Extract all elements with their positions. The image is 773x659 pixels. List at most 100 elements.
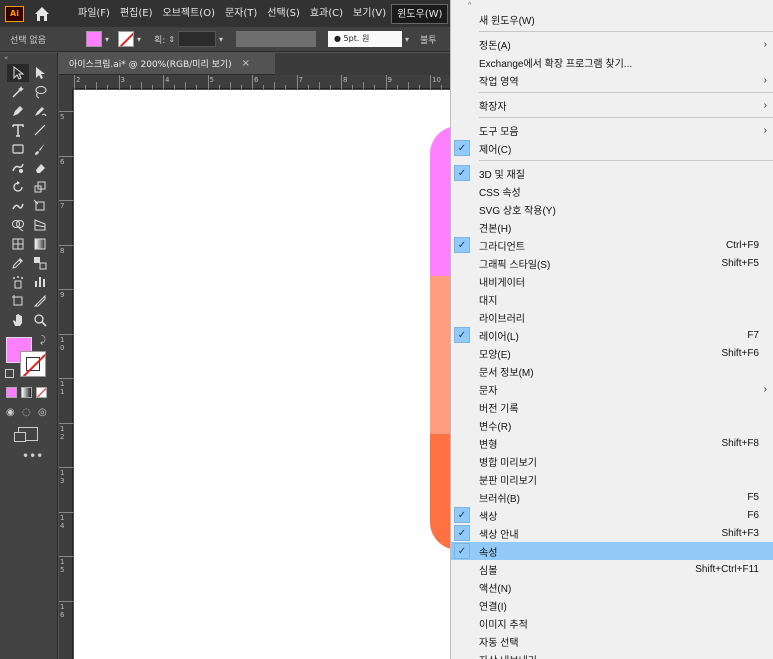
slice-tool-icon[interactable] — [29, 292, 51, 310]
scale-tool-icon[interactable] — [29, 178, 51, 196]
menu-0[interactable]: 파일(F) — [73, 4, 115, 24]
scroll-up-icon[interactable]: ^ — [451, 0, 773, 10]
symbol-sprayer-tool-icon[interactable] — [7, 273, 29, 291]
artboard-tool-icon[interactable] — [7, 292, 29, 310]
artboard-canvas[interactable] — [74, 90, 454, 659]
document-tab[interactable]: 아이스크림.ai* @ 200%(RGB/미리 보기) × — [59, 53, 275, 75]
warp-tool-icon[interactable] — [7, 197, 29, 215]
curvature-tool-icon[interactable] — [29, 102, 51, 120]
window-menu-item[interactable]: 정돈(A) › — [451, 35, 773, 53]
perspective-grid-tool-icon[interactable] — [29, 216, 51, 234]
menu-6[interactable]: 보기(V) — [348, 4, 391, 24]
rectangle-tool-icon[interactable] — [7, 140, 29, 158]
window-menu-item[interactable]: 작업 영역 › — [451, 71, 773, 89]
close-icon[interactable]: × — [242, 58, 250, 69]
rotate-tool-icon[interactable] — [7, 178, 29, 196]
window-menu-item[interactable]: 확장자 › — [451, 96, 773, 114]
window-menu-item[interactable]: 도구 모음 › — [451, 121, 773, 139]
default-colors-icon[interactable] — [5, 369, 14, 378]
window-menu-item[interactable]: 브러쉬(B) F5 — [451, 488, 773, 506]
menu-2[interactable]: 오브젝트(O) — [158, 4, 220, 24]
ruler-origin[interactable] — [59, 75, 73, 89]
brush-definition[interactable]: ● 5pt. 원 — [328, 31, 403, 47]
column-graph-tool-icon[interactable] — [29, 273, 51, 291]
free-transform-tool-icon[interactable] — [29, 197, 51, 215]
draw-inside-icon[interactable]: ◎ — [38, 407, 50, 419]
window-menu-item[interactable]: ✓ 색상 안내 Shift+F3 — [451, 524, 773, 542]
stroke-weight-input[interactable] — [178, 31, 217, 47]
window-menu-item[interactable]: 견본(H) — [451, 218, 773, 236]
mesh-tool-icon[interactable] — [7, 235, 29, 253]
window-menu-item[interactable]: 모양(E) Shift+F6 — [451, 344, 773, 362]
vertical-ruler[interactable]: 5 6 7 8 9 1 0 1 1 1 2 1 3 1 4 1 5 1 6 — [59, 75, 73, 659]
window-menu-item[interactable]: 버전 기록 — [451, 398, 773, 416]
window-menu-item[interactable]: 문자 › — [451, 380, 773, 398]
horizontal-ruler[interactable]: 2 3 4 5 6 7 8 9 10 — [73, 75, 465, 89]
color-mode-icon[interactable] — [6, 387, 17, 398]
window-menu-item[interactable]: 자동 선택 — [451, 632, 773, 650]
fill-swatch[interactable] — [86, 31, 102, 47]
menu-5[interactable]: 효과(C) — [305, 4, 348, 24]
window-menu-item[interactable]: ✓ 색상 F6 — [451, 506, 773, 524]
window-menu-item[interactable]: 자산 내보내기 — [451, 650, 773, 659]
window-menu-item[interactable]: 변형 Shift+F8 — [451, 434, 773, 452]
screen-mode-icon[interactable] — [14, 427, 38, 442]
draw-normal-icon[interactable]: ◉ — [6, 407, 18, 419]
panel-grip-icon[interactable]: « — [0, 53, 57, 63]
line-segment-tool-icon[interactable] — [29, 121, 51, 139]
window-menu-item[interactable]: 라이브러리 — [451, 308, 773, 326]
shaper-tool-icon[interactable] — [7, 159, 29, 177]
chevron-down-icon[interactable]: ▾ — [102, 35, 112, 44]
window-menu-item[interactable]: 문서 정보(M) — [451, 362, 773, 380]
none-mode-icon[interactable] — [36, 387, 47, 398]
gradient-mode-icon[interactable] — [21, 387, 32, 398]
type-tool-icon[interactable] — [7, 121, 29, 139]
window-menu-item[interactable]: 그래픽 스타일(S) Shift+F5 — [451, 254, 773, 272]
stepper-icon[interactable]: ⇕ — [168, 35, 175, 44]
chevron-down-icon[interactable]: ▾ — [134, 35, 144, 44]
window-menu-item[interactable]: 연결(I) — [451, 596, 773, 614]
window-menu-item[interactable]: 이미지 추적 — [451, 614, 773, 632]
zoom-tool-icon[interactable] — [29, 311, 51, 329]
window-menu-item[interactable]: ✓ 그라디언트 Ctrl+F9 — [451, 236, 773, 254]
window-menu-item[interactable]: ✓ 속성 — [451, 542, 773, 560]
window-menu-item[interactable]: SVG 상호 작용(Y) — [451, 200, 773, 218]
window-menu-item[interactable]: ✓ 3D 및 재질 — [451, 164, 773, 182]
menu-1[interactable]: 편집(E) — [115, 4, 158, 24]
menu-7[interactable]: 윈도우(W) — [391, 3, 449, 24]
chevron-down-icon[interactable]: ▾ — [216, 35, 226, 44]
window-menu-item[interactable]: 변수(R) — [451, 416, 773, 434]
more-tools-icon[interactable]: ••• — [22, 449, 57, 463]
chevron-down-icon[interactable]: ▾ — [402, 35, 412, 44]
pen-tool-icon[interactable] — [7, 102, 29, 120]
blend-tool-icon[interactable] — [29, 254, 51, 272]
window-menu-item[interactable]: 병합 미리보기 — [451, 452, 773, 470]
eyedropper-tool-icon[interactable] — [7, 254, 29, 272]
stroke-color-swatch[interactable] — [20, 351, 46, 377]
draw-behind-icon[interactable]: ◌ — [22, 407, 34, 419]
window-menu-item[interactable]: 대지 — [451, 290, 773, 308]
window-menu-item[interactable]: ✓ 레이어(L) F7 — [451, 326, 773, 344]
shape-builder-tool-icon[interactable] — [7, 216, 29, 234]
hand-tool-icon[interactable] — [7, 311, 29, 329]
home-icon[interactable] — [33, 5, 51, 23]
selection-tool-icon[interactable] — [7, 63, 29, 82]
window-menu-item[interactable]: 분판 미리보기 — [451, 470, 773, 488]
window-menu-item[interactable]: 내비게이터 — [451, 272, 773, 290]
gradient-tool-icon[interactable] — [29, 235, 51, 253]
menu-3[interactable]: 문자(T) — [220, 4, 262, 24]
magic-wand-tool-icon[interactable] — [7, 83, 29, 101]
paintbrush-tool-icon[interactable] — [29, 140, 51, 158]
menu-4[interactable]: 선택(S) — [262, 4, 305, 24]
eraser-tool-icon[interactable] — [29, 159, 51, 177]
window-menu-item[interactable]: 새 윈도우(W) — [451, 10, 773, 28]
swap-arrows-icon[interactable]: ⤸ — [40, 335, 46, 346]
window-menu-item[interactable]: CSS 속성 — [451, 182, 773, 200]
stroke-swatch[interactable] — [118, 31, 134, 47]
window-menu-item[interactable]: Exchange에서 확장 프로그램 찾기... — [451, 53, 773, 71]
direct-selection-tool-icon[interactable] — [29, 64, 51, 82]
window-menu-item[interactable]: ✓ 제어(C) — [451, 139, 773, 157]
window-menu-item[interactable]: 액션(N) — [451, 578, 773, 596]
lasso-tool-icon[interactable] — [29, 83, 51, 101]
window-menu-item[interactable]: 심볼 Shift+Ctrl+F11 — [451, 560, 773, 578]
